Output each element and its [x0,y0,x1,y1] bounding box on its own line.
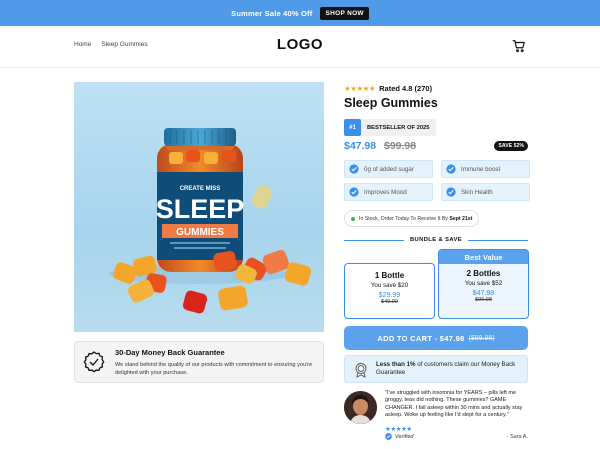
bundle-price: $29.99 [378,292,401,299]
divider-line [344,239,404,241]
promo-text: Summer Sale 40% Off [231,8,313,18]
in-stock-dot-icon [351,216,355,221]
breadcrumb: Home Sleep Gummies [74,41,148,48]
bestseller-rank: #1 [344,119,361,136]
promo-bar: Summer Sale 40% Off SHOP NOW [0,0,600,26]
jar-label-band: GUMMIES [176,227,224,238]
best-value-tag: Best Value [439,250,528,264]
guarantee-description: We stand behind the quality of our produ… [115,362,313,377]
benefit-item: Skin Health [441,183,530,201]
bundle-heading: BUNDLE & SAVE [409,237,463,243]
product-title: Sleep Gummies [344,96,438,110]
claim-highlight: Less than 1% [376,361,416,368]
rating-row: ★★★★★ Rated 4.8 (270) [344,84,432,93]
nav-home-link[interactable]: Home [74,41,91,48]
rating-stars-icon: ★★★★★ [344,84,376,93]
benefit-label: Improves Mood [364,188,407,196]
verified-check-icon [385,433,392,440]
benefit-item: Improves Mood [344,183,433,201]
product-photo: CREATE MISS SLEEP GUMMIES [109,128,312,314]
review-quote: "I've struggled with insomnia for YEARS … [385,390,523,418]
current-price: $47.98 [344,140,377,152]
bundle-name: 2 Bottles [466,269,501,278]
review-stars-icon: ★★★★★ [385,426,412,433]
bundle-option-1-bottle[interactable]: 1 Bottle You save $20 $29.99 $49.99 [344,263,435,319]
cart-icon[interactable] [512,39,526,53]
bundle-divider: BUNDLE & SAVE [344,235,528,245]
verified-badge: Verified [385,433,413,440]
benefit-label: Skin Health [461,188,493,196]
bestseller-badge: #1 BESTSELLER OF 2025 [344,119,436,136]
bundle-option-2-bottles[interactable]: Best Value 2 Bottles You save $52 $47.98… [438,249,529,319]
benefit-label: 0g of added sugar [364,165,414,173]
reviewer-name: - Sara A. [506,434,528,440]
nav-sleep-gummies-link[interactable]: Sleep Gummies [101,41,147,48]
price-row: $47.98 $99.98 SAVE 52% [344,140,530,154]
award-ribbon-icon [355,363,367,378]
shop-now-button[interactable]: SHOP NOW [320,6,369,20]
logo[interactable]: LOGO [277,36,323,53]
guarantee-badge-icon [83,351,105,373]
checkmark-badge-icon [349,164,359,174]
guarantee-claim-banner: Less than 1% of customers claim our Mone… [344,355,528,383]
verified-label: Verified [395,433,414,440]
bundle-savings: You save $52 [464,280,503,287]
money-back-guarantee: 30-Day Money Back Guarantee We stand beh… [74,341,324,383]
bundle-name: 1 Bottle [374,271,405,280]
stock-prefix: In Stock, Order Today To Receive It By [359,215,448,222]
stock-status: In Stock, Order Today To Receive It By S… [344,210,480,227]
customer-review: "I've struggled with insomnia for YEARS … [344,389,530,445]
benefit-label: Immune boost [461,165,501,173]
bestseller-text: BESTSELLER OF 2025 [367,124,430,131]
delivery-date: Sept 21st [449,215,473,222]
add-to-cart-old-price: ($99.98) [468,334,495,342]
add-to-cart-button[interactable]: ADD TO CART - $47.98 ($99.98) [344,326,528,350]
rating-text[interactable]: Rated 4.8 (270) [379,84,432,93]
save-badge: SAVE 52% [494,141,528,151]
divider-line [468,239,528,241]
benefits-grid: 0g of added sugar Immune boost Improves … [344,160,530,201]
checkmark-badge-icon [446,187,456,197]
benefit-item: 0g of added sugar [344,160,433,178]
guarantee-title: 30-Day Money Back Guarantee [115,348,225,357]
checkmark-badge-icon [349,187,359,197]
add-to-cart-label: ADD TO CART - $47.98 [377,333,465,343]
bundle-savings: You save $20 [370,282,409,289]
product-image[interactable]: CREATE MISS SLEEP GUMMIES [74,82,324,332]
site-header: Home Sleep Gummies LOGO [0,26,600,68]
checkmark-badge-icon [446,164,456,174]
bundle-old-price: $99.98 [475,297,492,303]
bundle-price: $47.98 [472,290,495,297]
stock-message: In Stock, Order Today To Receive It By S… [359,216,472,222]
original-price: $99.98 [384,140,417,152]
guarantee-claim-text: Less than 1% of customers claim our Mone… [376,361,524,377]
bundle-old-price: $49.99 [381,299,398,305]
jar-label-top: CREATE MISS [180,186,221,192]
reviewer-avatar [344,391,377,424]
jar-label-main: SLEEP [156,194,245,224]
benefit-item: Immune boost [441,160,530,178]
